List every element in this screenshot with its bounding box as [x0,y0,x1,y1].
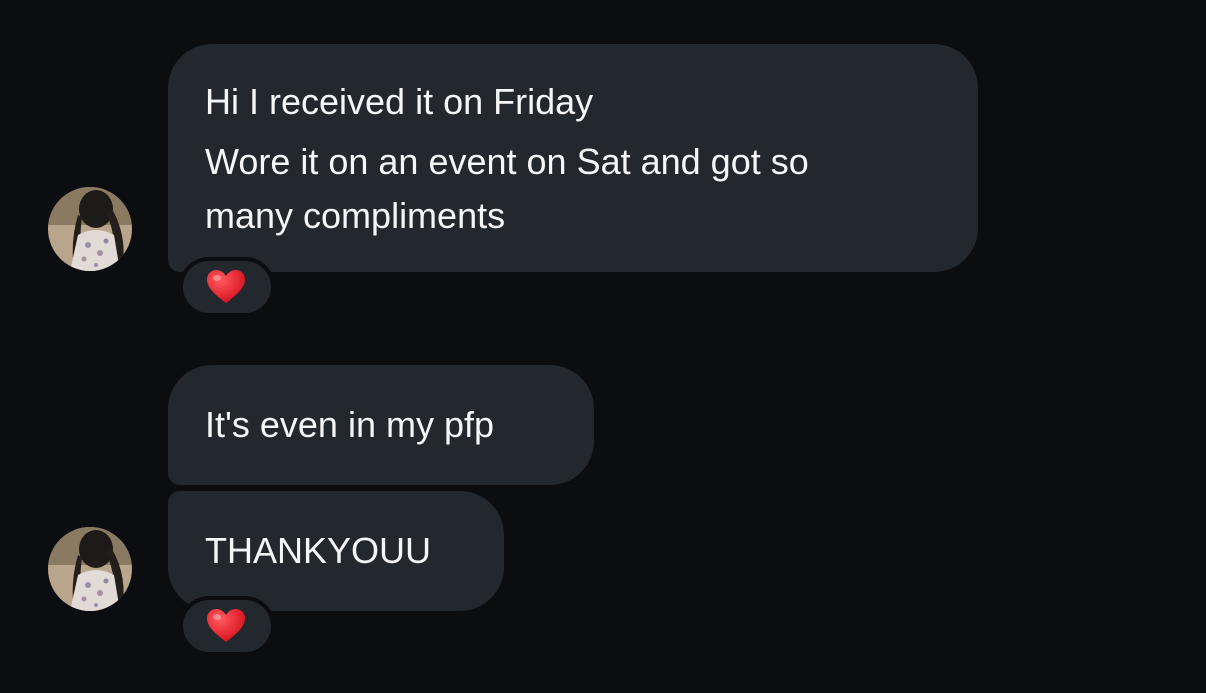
message-text: Wore it on an event on Sat and got so [205,141,809,182]
heart-icon [207,270,245,303]
message-bubble[interactable]: It's even in my pfp [168,365,594,485]
message-text: many compliments [205,195,506,236]
chat-thread: Hi I received it on Friday Wore it on an… [0,0,1206,693]
avatar-image [48,527,132,611]
avatar-image [48,187,132,271]
message-text: It's even in my pfp [205,404,495,445]
message-text: THANKYOUU [205,530,432,571]
reaction-badge[interactable] [183,261,271,313]
avatar[interactable] [48,187,132,271]
heart-icon [207,609,245,642]
reaction-badge[interactable] [183,600,271,652]
avatar[interactable] [48,527,132,611]
message-bubble[interactable]: THANKYOUU [168,491,504,611]
message-text: Hi I received it on Friday [205,81,594,122]
message-bubble[interactable]: Hi I received it on Friday Wore it on an… [168,44,978,272]
